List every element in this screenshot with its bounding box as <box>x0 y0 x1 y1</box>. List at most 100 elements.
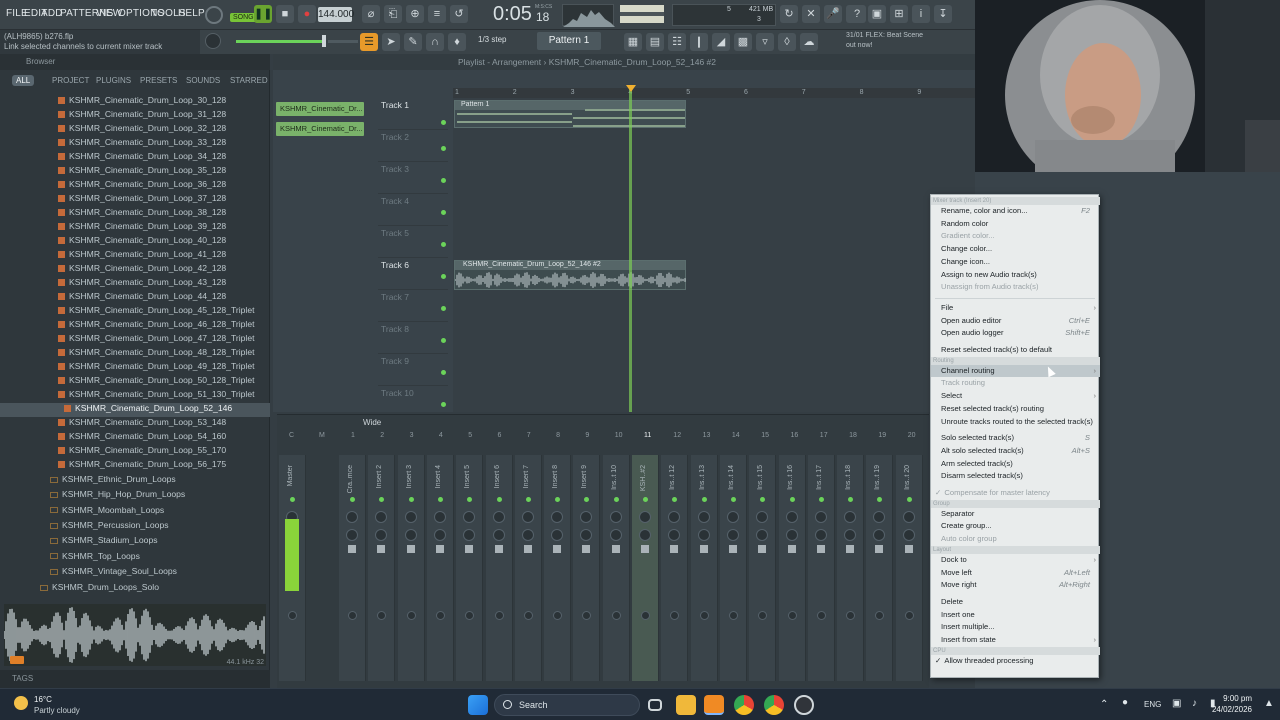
browser-file-item[interactable]: KSHMR_Cinematic_Drum_Loop_30_128 <box>58 95 226 109</box>
send-knob[interactable] <box>641 611 650 620</box>
mixer-strip-led[interactable] <box>701 497 707 502</box>
render-icon[interactable]: ⊞ <box>890 5 908 23</box>
stop-button[interactable]: ■ <box>276 5 294 23</box>
volume-fader[interactable] <box>523 545 532 553</box>
stereo-knob[interactable] <box>902 529 915 541</box>
send-knob[interactable] <box>288 611 297 620</box>
weather-desc[interactable]: Partly cloudy <box>34 706 80 715</box>
stereo-knob[interactable] <box>346 529 358 541</box>
fl-studio-icon[interactable] <box>704 695 724 715</box>
stereo-knob[interactable] <box>697 529 710 541</box>
browser-folder-item[interactable]: KSHMR_Hip_Hop_Drum_Loops <box>50 489 185 503</box>
stereo-knob[interactable] <box>404 529 417 541</box>
mixer-strip[interactable]: Insert 7 <box>514 455 542 681</box>
pattern-song-toggle[interactable] <box>205 6 223 24</box>
arrangement-grid[interactable] <box>453 98 975 412</box>
plugin-picker-icon[interactable]: ▿ <box>756 33 774 51</box>
audio-clip[interactable]: KSHMR_Cinematic_Drum_Loop_52_146 #2 <box>454 260 686 290</box>
menu-item[interactable]: Change color... <box>931 243 1100 256</box>
search-box[interactable]: Search <box>494 694 640 716</box>
track-active-led[interactable] <box>441 370 446 375</box>
mixer-strip[interactable]: Ins..t 13 <box>690 455 718 681</box>
volume-fader[interactable] <box>904 545 913 553</box>
mixer-strip[interactable]: Insert 8 <box>544 455 572 681</box>
menu-item[interactable]: Alt solo selected track(s) Alt+S <box>931 445 1100 458</box>
mixer-strip-led[interactable] <box>906 497 912 502</box>
playhead-triangle-icon[interactable] <box>626 85 636 92</box>
magnet-icon[interactable]: ∩ <box>426 33 444 51</box>
stereo-knob[interactable] <box>726 529 739 541</box>
pan-knob[interactable] <box>639 511 651 523</box>
chrome-icon[interactable] <box>734 695 754 715</box>
send-knob[interactable] <box>553 611 563 620</box>
mixer-strip-led[interactable] <box>818 497 824 502</box>
mixer-strip-led[interactable] <box>525 497 531 502</box>
news-line-1[interactable]: 31/01 FLEX: Beat Scene <box>846 32 923 39</box>
browser-file-item[interactable]: KSHMR_Cinematic_Drum_Loop_44_128 <box>58 291 226 305</box>
pan-knob[interactable] <box>551 511 564 523</box>
volume-fader[interactable] <box>553 545 562 553</box>
mixer-track-number[interactable]: 10 <box>615 432 623 439</box>
send-knob[interactable] <box>523 611 533 620</box>
record-button[interactable]: ● <box>298 5 316 23</box>
weather-temp[interactable]: 16°C <box>34 695 52 704</box>
pan-knob[interactable] <box>463 511 476 523</box>
stereo-knob[interactable] <box>375 529 388 541</box>
stereo-knob[interactable] <box>580 529 593 541</box>
track-active-led[interactable] <box>441 146 446 151</box>
countdown-icon[interactable]: ⊕ <box>406 5 424 23</box>
volume-fader[interactable] <box>435 545 444 553</box>
mixer-track-number[interactable]: 6 <box>498 432 502 439</box>
tools-icon[interactable]: ✕ <box>802 5 820 23</box>
mixer-strip[interactable]: Insert 6 <box>485 455 513 681</box>
browser-file-item[interactable]: KSHMR_Cinematic_Drum_Loop_54_160 <box>58 431 226 445</box>
pan-knob[interactable] <box>697 511 710 523</box>
pan-knob[interactable] <box>785 511 798 523</box>
mixer-strip[interactable]: Cra..mce <box>339 455 366 681</box>
mixer-strip[interactable]: Ins..t 15 <box>749 455 777 681</box>
volume-fader[interactable] <box>670 545 679 553</box>
mixer-track-number[interactable]: 17 <box>820 432 828 439</box>
stereo-knob[interactable] <box>609 529 622 541</box>
step-edit-icon[interactable]: ≡ <box>428 5 446 23</box>
tempo-display[interactable]: 144.000 <box>318 7 354 22</box>
obs-icon[interactable] <box>794 695 814 715</box>
send-knob[interactable] <box>816 611 826 620</box>
menu-item[interactable]: File › <box>931 302 1100 315</box>
mixer-track-number[interactable]: 20 <box>908 432 916 439</box>
pan-knob[interactable] <box>902 511 915 523</box>
track-header[interactable]: Track 3 <box>378 162 448 194</box>
mixer-strip[interactable]: Ins..t 16 <box>778 455 806 681</box>
track-header[interactable]: Track 6 <box>378 258 448 290</box>
menu-item[interactable]: Unroute tracks routed to the selected tr… <box>931 416 1100 429</box>
mixer-track-number[interactable]: 9 <box>585 432 589 439</box>
volume-fader[interactable] <box>348 545 356 553</box>
stereo-knob[interactable] <box>785 529 798 541</box>
send-knob[interactable] <box>582 611 592 620</box>
channel-rack-icon[interactable]: ☷ <box>668 33 686 51</box>
track-active-led[interactable] <box>441 242 446 247</box>
stereo-knob[interactable] <box>463 529 476 541</box>
multilink-icon[interactable]: ☰ <box>360 33 378 51</box>
mixer-strip-led[interactable] <box>760 497 766 502</box>
browser-folder-item[interactable]: KSHMR_Moombah_Loops <box>50 505 164 519</box>
info-icon[interactable]: i <box>912 5 930 23</box>
fader-knob[interactable] <box>322 35 326 47</box>
browser-file-item[interactable]: KSHMR_Cinematic_Drum_Loop_38_128 <box>58 207 226 221</box>
pattern-picker-item[interactable]: KSHMR_Cinematic_Dr... <box>276 102 364 116</box>
mixer-strip[interactable]: Ins..t 20 <box>895 455 923 681</box>
menu-item[interactable]: Insert multiple... <box>931 621 1100 634</box>
menu-item[interactable]: ✓ Allow threaded processing <box>931 655 1100 668</box>
menu-item[interactable]: Arm selected track(s) <box>931 458 1100 471</box>
volume-icon[interactable]: ♪ <box>1192 698 1197 709</box>
mixer-track-number[interactable]: C <box>289 432 294 439</box>
mixer-strip-led[interactable] <box>877 497 883 502</box>
mixer-track-number[interactable]: 11 <box>644 432 651 439</box>
master-volume-fader[interactable] <box>236 40 326 43</box>
bell-icon[interactable]: ♦ <box>448 33 466 51</box>
track-header[interactable]: Track 9 <box>378 354 448 386</box>
stereo-knob[interactable] <box>433 529 446 541</box>
volume-fader[interactable] <box>758 545 767 553</box>
download-icon[interactable]: ↧ <box>934 5 952 23</box>
mixer-strip-led[interactable] <box>290 497 295 502</box>
